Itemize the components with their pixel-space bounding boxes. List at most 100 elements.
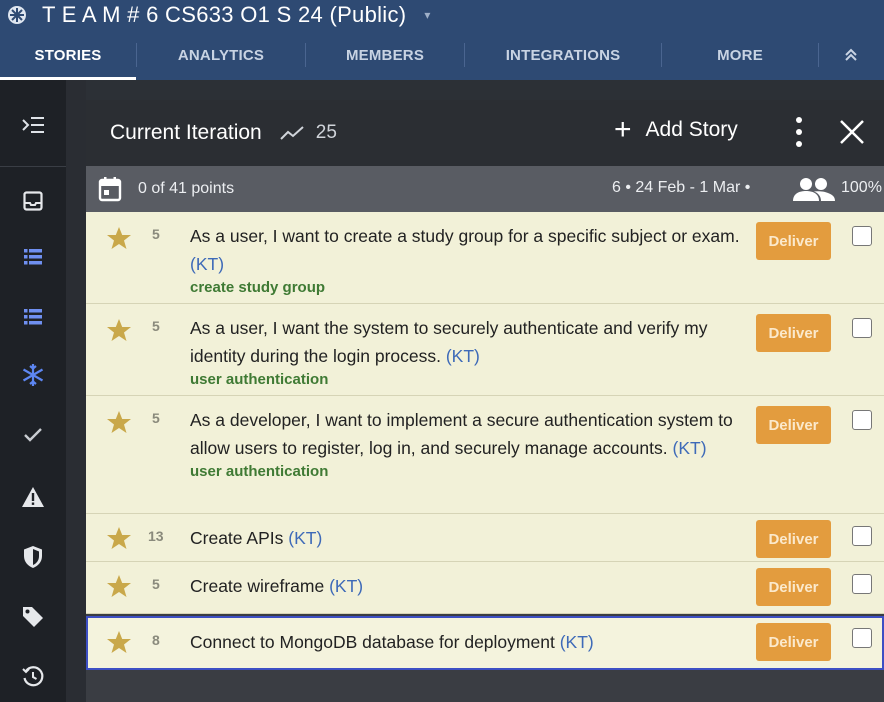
snowflake-icon	[22, 364, 44, 386]
add-story-button[interactable]: + Add Story	[614, 113, 738, 146]
star-icon[interactable]	[106, 630, 132, 654]
inbox-icon	[23, 191, 43, 211]
story-owner[interactable]: (KT)	[673, 438, 707, 458]
star-icon[interactable]	[106, 526, 132, 550]
done-button[interactable]	[16, 418, 50, 452]
history-icon	[22, 666, 44, 687]
story-label[interactable]: user authentication	[190, 370, 745, 390]
icebox-button[interactable]	[16, 358, 50, 392]
story-row[interactable]: 13 Create APIs (KT) Deliver	[86, 514, 884, 562]
story-checkbox[interactable]	[852, 574, 872, 594]
project-title[interactable]: T E A M # 6 CS633 O1 S 24 (Public)	[42, 2, 406, 28]
rail-gutter	[66, 80, 86, 702]
story-row-selected[interactable]: 8 Connect to MongoDB database for deploy…	[86, 616, 884, 670]
velocity-trend-icon	[280, 126, 304, 140]
double-chevron-up-icon	[845, 48, 857, 61]
story-text: As a user, I want to create a study grou…	[190, 226, 740, 246]
calendar-icon	[98, 177, 122, 202]
menu-collapse-icon	[22, 117, 44, 133]
epics-button[interactable]	[16, 540, 50, 574]
shield-icon	[24, 546, 42, 568]
deliver-button[interactable]: Deliver	[756, 222, 831, 260]
story-row[interactable]: 5 As a user, I want to create a study gr…	[86, 212, 884, 304]
story-checkbox[interactable]	[852, 410, 872, 430]
warning-icon	[22, 487, 44, 507]
chevron-down-icon[interactable]: ▾	[424, 8, 430, 22]
tab-stories[interactable]: STORIES	[0, 30, 136, 80]
tab-more[interactable]: MORE	[662, 30, 818, 80]
story-owner[interactable]: (KT)	[560, 632, 594, 652]
collapse-header-button[interactable]	[819, 30, 883, 80]
story-text: Create wireframe	[190, 576, 325, 596]
story-title[interactable]: Connect to MongoDB database for deployme…	[190, 628, 745, 656]
story-owner[interactable]: (KT)	[329, 576, 363, 596]
project-logo-icon[interactable]	[6, 4, 28, 26]
deliver-button[interactable]: Deliver	[756, 406, 831, 444]
project-nav-tabs: STORIES ANALYTICS MEMBERS INTEGRATIONS M…	[0, 30, 884, 80]
story-row[interactable]: 5 As a developer, I want to implement a …	[86, 396, 884, 514]
velocity-value: 25	[315, 122, 337, 143]
story-title[interactable]: As a developer, I want to implement a se…	[190, 406, 745, 482]
team-strength: 100%	[841, 179, 882, 196]
story-text: Create APIs	[190, 528, 284, 548]
star-icon[interactable]	[106, 574, 132, 598]
inbox-button[interactable]	[16, 184, 50, 218]
story-label[interactable]: user authentication	[190, 462, 745, 482]
story-text: As a developer, I want to implement a se…	[190, 410, 733, 458]
project-header: T E A M # 6 CS633 O1 S 24 (Public) ▾	[0, 0, 884, 30]
story-owner[interactable]: (KT)	[446, 346, 480, 366]
deliver-button[interactable]: Deliver	[756, 314, 831, 352]
deliver-button[interactable]: Deliver	[756, 520, 831, 558]
tag-icon	[23, 607, 43, 627]
star-icon[interactable]	[106, 226, 132, 250]
story-estimate: 5	[152, 576, 160, 592]
tab-analytics[interactable]: ANALYTICS	[137, 30, 305, 80]
deliver-button[interactable]: Deliver	[756, 568, 831, 606]
plus-icon: +	[614, 113, 632, 146]
tab-members[interactable]: MEMBERS	[306, 30, 464, 80]
iteration-info-bar: 0 of 41 points 6 • 24 Feb - 1 Mar • 100%	[86, 166, 884, 212]
current-iteration-panel: Current Iteration 25 + Add Story 0 of 41…	[86, 100, 884, 702]
star-icon[interactable]	[106, 318, 132, 342]
tab-integrations[interactable]: INTEGRATIONS	[465, 30, 661, 80]
panel-title: Current Iteration	[110, 121, 262, 144]
story-title[interactable]: As a user, I want to create a study grou…	[190, 222, 745, 298]
story-title[interactable]: Create APIs (KT)	[190, 524, 745, 552]
story-estimate: 5	[152, 226, 160, 242]
toggle-sidebar-button[interactable]	[16, 108, 50, 142]
labels-button[interactable]	[16, 600, 50, 634]
history-button[interactable]	[16, 660, 50, 694]
story-label[interactable]: create study group	[190, 278, 745, 298]
story-owner[interactable]: (KT)	[190, 254, 224, 274]
story-checkbox[interactable]	[852, 628, 872, 648]
story-row[interactable]: 5 As a user, I want the system to secure…	[86, 304, 884, 396]
panel-sidebar	[0, 80, 66, 702]
iteration-dates: 6 • 24 Feb - 1 Mar •	[612, 179, 751, 196]
star-icon[interactable]	[106, 410, 132, 434]
story-title[interactable]: Create wireframe (KT)	[190, 572, 745, 600]
story-checkbox[interactable]	[852, 526, 872, 546]
add-story-label: Add Story	[645, 118, 738, 141]
sidebar-divider	[0, 166, 66, 167]
story-title[interactable]: As a user, I want the system to securely…	[190, 314, 745, 390]
story-checkbox[interactable]	[852, 318, 872, 338]
deliver-button[interactable]: Deliver	[756, 623, 831, 661]
team-icon	[793, 178, 835, 201]
story-checkbox[interactable]	[852, 226, 872, 246]
list-icon	[24, 249, 42, 265]
story-owner[interactable]: (KT)	[288, 528, 322, 548]
story-estimate: 13	[148, 528, 164, 544]
story-text: Connect to MongoDB database for deployme…	[190, 632, 555, 652]
story-row[interactable]: 5 Create wireframe (KT) Deliver	[86, 562, 884, 614]
more-options-icon[interactable]	[792, 116, 806, 148]
blockers-button[interactable]	[16, 480, 50, 514]
close-icon[interactable]	[838, 118, 866, 146]
list-icon	[24, 309, 42, 325]
current-backlog-button[interactable]	[16, 240, 50, 274]
backlog-button[interactable]	[16, 300, 50, 334]
checkmark-icon	[24, 428, 42, 442]
story-estimate: 5	[152, 410, 160, 426]
story-estimate: 8	[152, 632, 160, 648]
panel-header: Current Iteration 25 + Add Story	[86, 100, 884, 166]
story-estimate: 5	[152, 318, 160, 334]
